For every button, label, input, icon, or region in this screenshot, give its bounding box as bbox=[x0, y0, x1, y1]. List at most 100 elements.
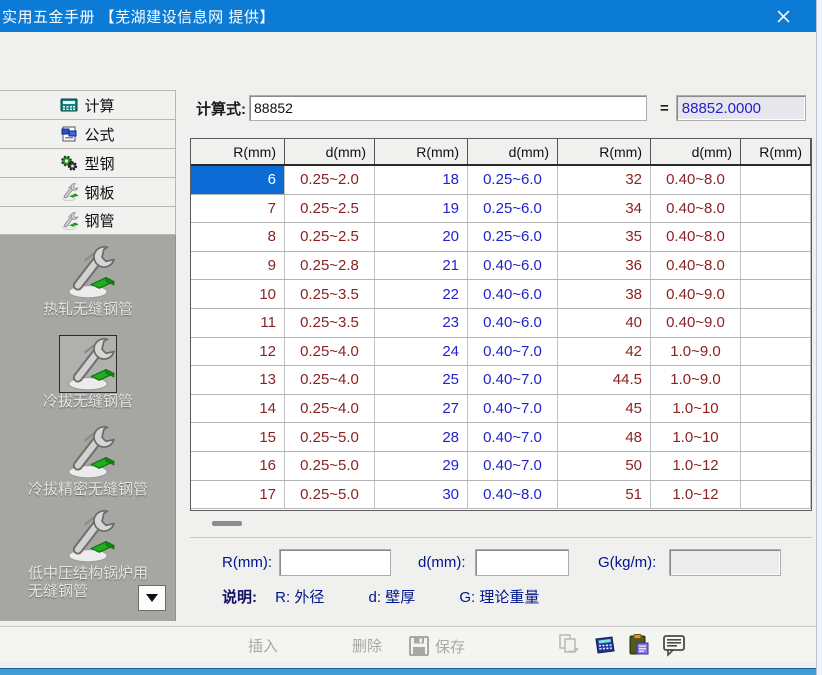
table-cell[interactable] bbox=[741, 452, 811, 480]
insert-button[interactable]: 插入 bbox=[248, 635, 278, 656]
table-cell[interactable]: 0.40~7.0 bbox=[468, 338, 558, 366]
table-cell[interactable]: 0.25~5.0 bbox=[285, 423, 375, 451]
close-button[interactable] bbox=[760, 0, 806, 32]
table-cell[interactable]: 0.40~9.0 bbox=[651, 309, 741, 337]
delete-button[interactable]: 删除 bbox=[352, 635, 382, 656]
scrollbar-thumb[interactable] bbox=[212, 521, 242, 526]
table-cell[interactable]: 12 bbox=[191, 338, 285, 366]
table-cell[interactable]: 35 bbox=[558, 223, 651, 251]
horizontal-scrollbar[interactable] bbox=[190, 516, 812, 530]
sidebar-item-steel-plate[interactable]: 钢板 bbox=[0, 177, 176, 206]
table-cell[interactable] bbox=[741, 223, 811, 251]
sidebar-item-calculate[interactable]: 计算 bbox=[0, 90, 176, 119]
table-cell[interactable] bbox=[741, 481, 811, 509]
table-cell[interactable]: 1.0~9.0 bbox=[651, 366, 741, 394]
table-cell[interactable] bbox=[741, 366, 811, 394]
table-cell[interactable]: 0.40~7.0 bbox=[468, 452, 558, 480]
copy-document-icon[interactable] bbox=[557, 633, 581, 657]
table-cell[interactable]: 27 bbox=[375, 395, 468, 423]
table-cell[interactable]: 0.25~4.0 bbox=[285, 366, 375, 394]
sidebar-item-steel-pipe[interactable]: 钢管 bbox=[0, 206, 176, 235]
table-cell[interactable]: 6 bbox=[191, 166, 285, 194]
table-cell[interactable]: 51 bbox=[558, 481, 651, 509]
table-cell[interactable]: 0.40~7.0 bbox=[468, 395, 558, 423]
table-cell[interactable]: 14 bbox=[191, 395, 285, 423]
d-input[interactable] bbox=[476, 550, 568, 575]
table-cell[interactable]: 1.0~12 bbox=[651, 452, 741, 480]
calc-expression-input[interactable] bbox=[250, 96, 646, 120]
table-cell[interactable] bbox=[741, 252, 811, 280]
table-cell[interactable] bbox=[741, 195, 811, 223]
sidebar-item-formula[interactable]: 公式 bbox=[0, 119, 176, 148]
table-cell[interactable]: 34 bbox=[558, 195, 651, 223]
pipe-type-cold-drawn-precision[interactable]: 冷拔精密无缝钢管 bbox=[0, 423, 176, 499]
table-cell[interactable]: 15 bbox=[191, 423, 285, 451]
table-cell[interactable]: 20 bbox=[375, 223, 468, 251]
table-cell[interactable]: 1.0~10 bbox=[651, 395, 741, 423]
table-cell[interactable]: 18 bbox=[375, 166, 468, 194]
sidebar-item-section-steel[interactable]: 型钢 bbox=[0, 148, 176, 177]
table-cell[interactable] bbox=[741, 338, 811, 366]
table-cell[interactable]: 25 bbox=[375, 366, 468, 394]
table-cell[interactable]: 0.25~2.0 bbox=[285, 166, 375, 194]
table-cell[interactable]: 1.0~10 bbox=[651, 423, 741, 451]
table-cell[interactable]: 0.40~7.0 bbox=[468, 366, 558, 394]
table-cell[interactable]: 42 bbox=[558, 338, 651, 366]
table-cell[interactable] bbox=[741, 280, 811, 308]
table-cell[interactable]: 0.25~5.0 bbox=[285, 452, 375, 480]
table-cell[interactable]: 28 bbox=[375, 423, 468, 451]
table-cell[interactable]: 0.40~6.0 bbox=[468, 252, 558, 280]
table-cell[interactable]: 23 bbox=[375, 309, 468, 337]
table-cell[interactable]: 0.40~8.0 bbox=[651, 252, 741, 280]
table-cell[interactable]: 0.40~8.0 bbox=[651, 166, 741, 194]
table-cell[interactable]: 0.40~6.0 bbox=[468, 309, 558, 337]
table-cell[interactable]: 0.25~4.0 bbox=[285, 395, 375, 423]
table-cell[interactable]: 0.40~7.0 bbox=[468, 423, 558, 451]
table-cell[interactable]: 19 bbox=[375, 195, 468, 223]
table-cell[interactable]: 0.25~2.5 bbox=[285, 195, 375, 223]
table-cell[interactable]: 0.25~6.0 bbox=[468, 166, 558, 194]
table-cell[interactable] bbox=[741, 423, 811, 451]
pipe-type-cold-drawn[interactable]: 冷拔无缝钢管 bbox=[0, 335, 176, 411]
table-cell[interactable]: 7 bbox=[191, 195, 285, 223]
table-cell[interactable] bbox=[741, 395, 811, 423]
table-cell[interactable]: 48 bbox=[558, 423, 651, 451]
table-cell[interactable] bbox=[741, 166, 811, 194]
table-cell[interactable]: 30 bbox=[375, 481, 468, 509]
comment-icon[interactable] bbox=[662, 633, 686, 657]
table-cell[interactable]: 0.25~2.5 bbox=[285, 223, 375, 251]
clipboard-paste-icon[interactable] bbox=[627, 633, 651, 657]
table-cell[interactable]: 0.25~2.8 bbox=[285, 252, 375, 280]
table-cell[interactable]: 0.40~6.0 bbox=[468, 280, 558, 308]
table-cell[interactable]: 50 bbox=[558, 452, 651, 480]
table-cell[interactable]: 32 bbox=[558, 166, 651, 194]
table-cell[interactable]: 24 bbox=[375, 338, 468, 366]
table-cell[interactable]: 1.0~12 bbox=[651, 481, 741, 509]
table-cell[interactable]: 16 bbox=[191, 452, 285, 480]
table-cell[interactable]: 0.25~3.5 bbox=[285, 309, 375, 337]
table-cell[interactable]: 44.5 bbox=[558, 366, 651, 394]
pipe-type-hot-rolled[interactable]: 热轧无缝钢管 bbox=[0, 243, 176, 319]
table-cell[interactable]: 0.25~3.5 bbox=[285, 280, 375, 308]
table-cell[interactable]: 8 bbox=[191, 223, 285, 251]
table-cell[interactable]: 40 bbox=[558, 309, 651, 337]
table-cell[interactable]: 21 bbox=[375, 252, 468, 280]
table-cell[interactable]: 10 bbox=[191, 280, 285, 308]
table-cell[interactable]: 0.25~5.0 bbox=[285, 481, 375, 509]
table-cell[interactable]: 45 bbox=[558, 395, 651, 423]
pipe-type-dropdown-button[interactable] bbox=[138, 585, 166, 611]
table-cell[interactable]: 38 bbox=[558, 280, 651, 308]
calculator-tool-icon[interactable] bbox=[592, 633, 616, 657]
table-cell[interactable] bbox=[741, 309, 811, 337]
table-cell[interactable]: 0.40~8.0 bbox=[651, 195, 741, 223]
table-cell[interactable]: 0.25~6.0 bbox=[468, 195, 558, 223]
table-cell[interactable]: 36 bbox=[558, 252, 651, 280]
table-cell[interactable]: 1.0~9.0 bbox=[651, 338, 741, 366]
table-cell[interactable]: 0.25~6.0 bbox=[468, 223, 558, 251]
table-cell[interactable]: 11 bbox=[191, 309, 285, 337]
table-cell[interactable]: 17 bbox=[191, 481, 285, 509]
table-cell[interactable]: 0.40~8.0 bbox=[468, 481, 558, 509]
r-input[interactable] bbox=[280, 550, 390, 575]
table-cell[interactable]: 29 bbox=[375, 452, 468, 480]
table-cell[interactable]: 0.40~9.0 bbox=[651, 280, 741, 308]
